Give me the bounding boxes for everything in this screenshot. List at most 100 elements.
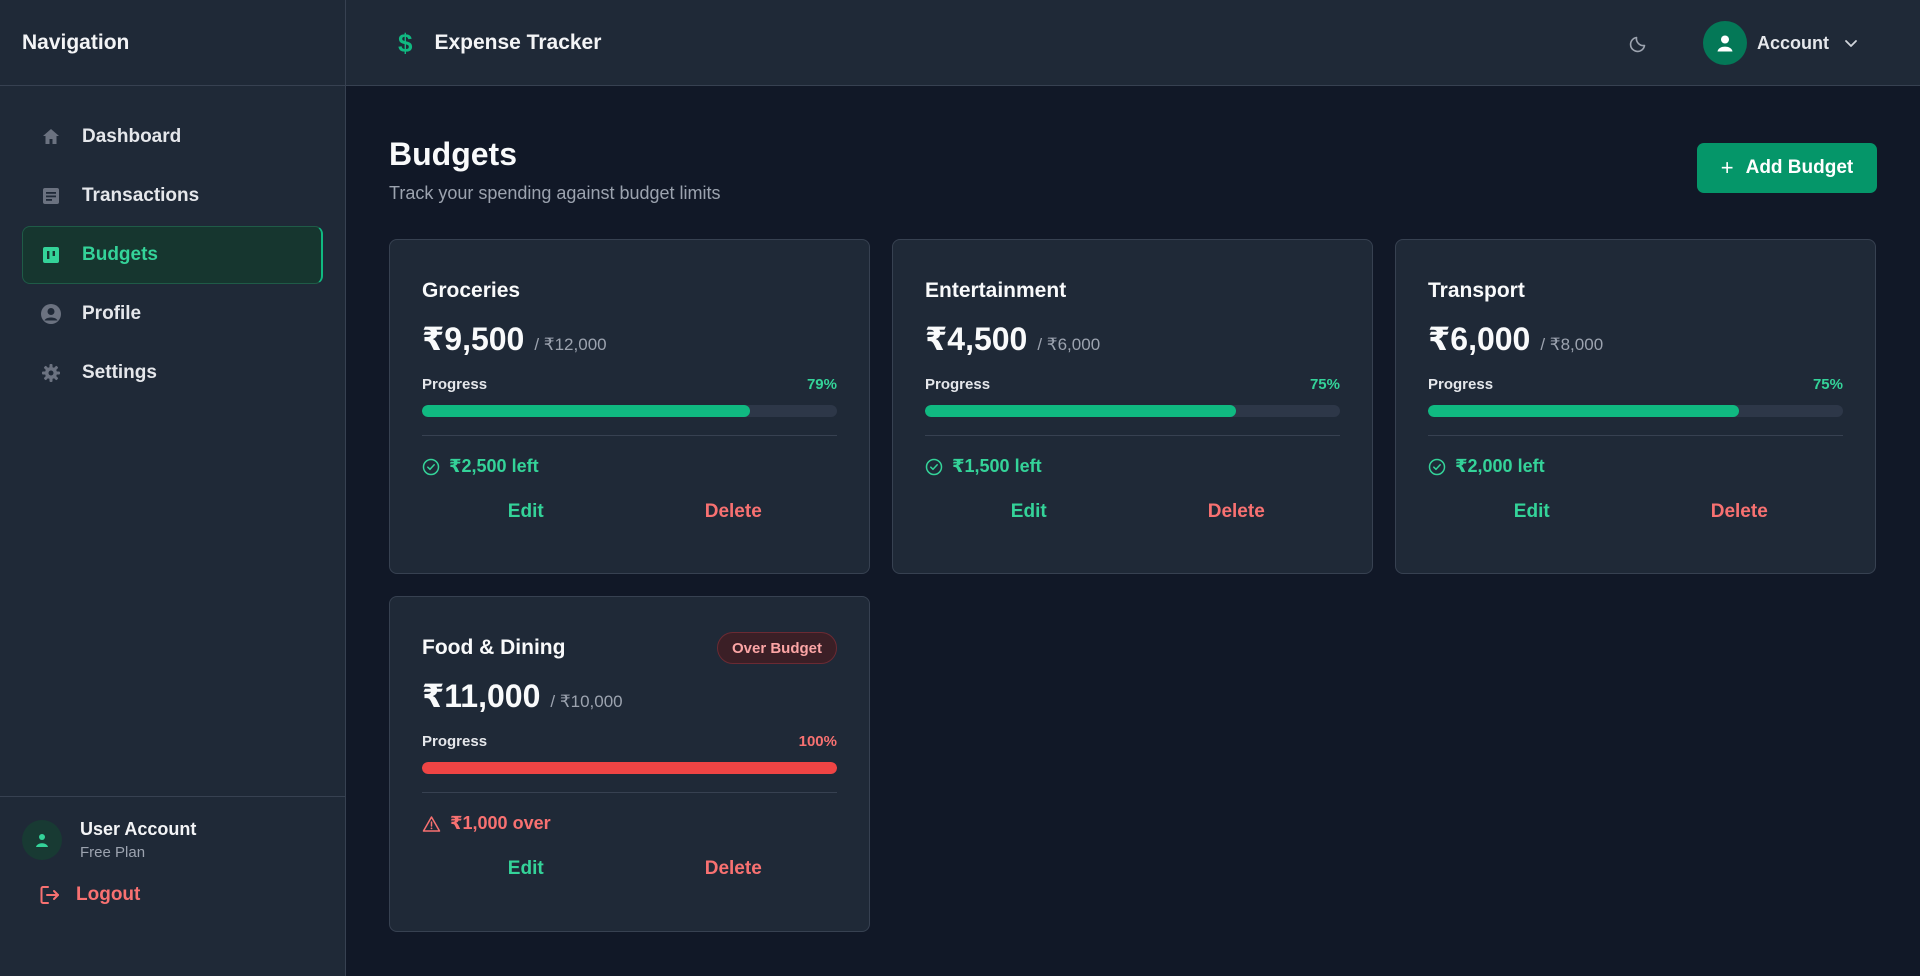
divider	[1428, 435, 1843, 436]
budget-spent: ₹9,500	[422, 321, 525, 357]
page-subtitle: Track your spending against budget limit…	[389, 183, 721, 203]
check-circle-icon	[1428, 458, 1446, 476]
budget-limit: / ₹10,000	[550, 692, 623, 711]
delete-button[interactable]: Delete	[1133, 497, 1341, 527]
budget-card: Entertainment ₹4,500 / ₹6,000 Progress 7…	[892, 239, 1373, 574]
progress-track	[422, 405, 837, 417]
budget-status-text: ₹2,500 left	[449, 456, 539, 476]
check-circle-icon	[925, 458, 943, 476]
sidebar-item-profile[interactable]: Profile	[22, 285, 323, 343]
budget-card: Food & Dining Over Budget ₹11,000 / ₹10,…	[389, 596, 870, 932]
sidebar-item-label: Transactions	[82, 185, 200, 206]
budget-limit: / ₹12,000	[534, 335, 607, 354]
logout-label: Logout	[76, 884, 141, 905]
dollar-icon: $	[398, 27, 413, 58]
brand: $ Expense Tracker	[398, 0, 601, 86]
sidebar-item-label: Profile	[82, 303, 142, 324]
budget-spent: ₹11,000	[422, 678, 541, 714]
budget-status: ₹2,000 left	[1428, 456, 1843, 477]
document-icon	[40, 185, 62, 207]
top-bar: $ Expense Tracker Account	[346, 0, 1920, 86]
budget-limit: / ₹6,000	[1037, 335, 1101, 354]
progress-fill	[422, 405, 750, 417]
budget-name: Entertainment	[925, 279, 1067, 302]
budget-limit: / ₹8,000	[1540, 335, 1604, 354]
progress-fill	[925, 405, 1237, 417]
budget-status-text: ₹1,000 over	[450, 813, 551, 833]
sidebar-item-settings[interactable]: Settings	[22, 344, 323, 402]
edit-button[interactable]: Edit	[422, 854, 630, 884]
sidebar-title: Navigation	[22, 30, 130, 54]
account-label: Account	[1757, 32, 1829, 53]
user-plan: Free Plan	[80, 844, 146, 861]
progress-track	[925, 405, 1340, 417]
avatar	[22, 820, 62, 860]
user-circle-icon	[40, 303, 62, 325]
budget-status: ₹1,000 over	[422, 813, 837, 834]
sidebar-header: Navigation	[0, 0, 345, 86]
progress-percent: 79%	[806, 376, 837, 393]
progress-percent: 100%	[798, 733, 837, 750]
plus-icon: +	[1720, 155, 1734, 180]
sidebar-footer: User Account Free Plan Logout	[0, 796, 346, 976]
sidebar-nav: Dashboard Transactions Budgets Profile S…	[0, 86, 345, 402]
edit-button[interactable]: Edit	[422, 497, 630, 527]
sidebar-item-label: Settings	[82, 362, 157, 383]
home-icon	[40, 126, 62, 148]
moon-icon	[1629, 36, 1646, 53]
edit-button[interactable]: Edit	[925, 497, 1133, 527]
sidebar: Navigation Dashboard Transactions Budget…	[0, 0, 346, 976]
progress-label: Progress	[925, 376, 991, 393]
progress-percent: 75%	[1812, 376, 1843, 393]
budget-card: Groceries ₹9,500 / ₹12,000 Progress 79% …	[389, 239, 870, 574]
delete-button[interactable]: Delete	[630, 497, 838, 527]
sidebar-item-budgets[interactable]: Budgets	[22, 226, 323, 284]
divider	[925, 435, 1340, 436]
budget-status: ₹2,500 left	[422, 456, 837, 477]
budget-name: Transport	[1428, 279, 1525, 302]
delete-button[interactable]: Delete	[1636, 497, 1844, 527]
user-icon	[36, 834, 48, 847]
add-budget-button[interactable]: + Add Budget	[1697, 143, 1877, 193]
progress-fill	[1428, 405, 1740, 417]
gear-icon	[40, 362, 62, 384]
divider	[422, 792, 837, 793]
budget-spent: ₹4,500	[925, 321, 1028, 357]
sidebar-item-dashboard[interactable]: Dashboard	[22, 108, 323, 166]
app-title: Expense Tracker	[434, 31, 602, 54]
divider	[422, 435, 837, 436]
budget-status-text: ₹1,500 left	[952, 456, 1042, 476]
progress-label: Progress	[422, 376, 488, 393]
logout-icon	[38, 883, 62, 907]
status-badge: Over Budget	[716, 632, 837, 664]
progress-track	[422, 762, 837, 774]
user-icon	[1717, 35, 1733, 52]
edit-button[interactable]: Edit	[1428, 497, 1636, 527]
page-title: Budgets	[389, 136, 517, 172]
logout-button[interactable]: Logout	[0, 861, 346, 907]
delete-button[interactable]: Delete	[630, 854, 838, 884]
user-card: User Account Free Plan	[0, 797, 346, 861]
budget-card: Transport ₹6,000 / ₹8,000 Progress 75% ₹…	[1395, 239, 1876, 574]
budget-spent: ₹6,000	[1428, 321, 1531, 357]
sidebar-item-label: Budgets	[82, 244, 158, 265]
user-name: User Account	[80, 819, 197, 839]
progress-percent: 75%	[1309, 376, 1340, 393]
add-budget-label: Add Budget	[1745, 157, 1854, 178]
budget-name: Groceries	[422, 279, 521, 302]
warning-icon	[422, 815, 441, 833]
chevron-down-icon	[1845, 40, 1857, 47]
progress-label: Progress	[422, 733, 488, 750]
avatar	[1703, 21, 1747, 65]
sidebar-item-label: Dashboard	[82, 126, 182, 147]
budget-status-text: ₹2,000 left	[1455, 456, 1545, 476]
progress-label: Progress	[1428, 376, 1494, 393]
sidebar-item-transactions[interactable]: Transactions	[22, 167, 323, 225]
account-menu[interactable]: Account	[1703, 21, 1859, 65]
progress-track	[1428, 405, 1843, 417]
budget-name: Food & Dining	[422, 636, 566, 659]
check-circle-icon	[422, 458, 440, 476]
progress-fill	[422, 762, 837, 774]
chart-icon	[40, 244, 62, 266]
theme-toggle-button[interactable]	[1626, 30, 1652, 56]
